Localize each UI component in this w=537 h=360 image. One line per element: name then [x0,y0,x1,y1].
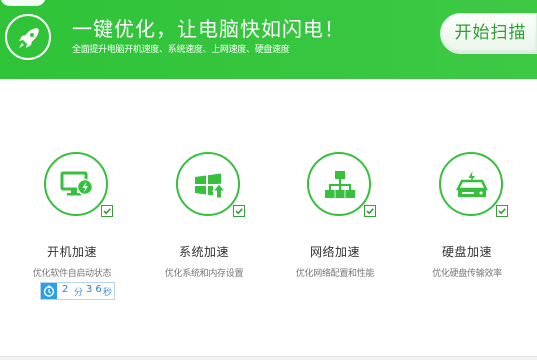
checkmark-icon [103,208,111,215]
feature-boot-speedup: 开机加速 优化软件自启动状态 [12,147,132,287]
start-scan-button[interactable]: 开始扫描 [440,13,537,54]
banner-tab-notch [0,0,46,6]
feature-icon-ring [44,152,108,216]
feature-checkbox[interactable] [364,205,376,217]
feature-icon-ring [439,152,503,216]
rocket-icon [19,28,39,48]
feature-title: 网络加速 [309,245,360,259]
feature-title: 开机加速 [46,245,97,259]
boot-time-display: 2 分 36 秒 [40,282,115,300]
feature-checkbox[interactable] [233,205,245,217]
feature-checkbox[interactable] [101,205,113,217]
timer-badge [41,283,57,299]
clock-icon [43,285,55,297]
header-banner: 一键优化，让电脑快如闪电！ 全面提升电脑开机速度、系统速度、上网速度、硬盘速度 … [0,0,537,79]
checkmark-icon [498,208,506,215]
feature-title: 硬盘加速 [441,245,492,259]
logo-badge [5,14,51,60]
feature-description: 优化网络配置和性能 [295,269,375,279]
feature-icon-ring [307,152,371,216]
monitor-boost-icon [60,171,94,196]
page-subtitle: 全面提升电脑开机速度、系统速度、上网速度、硬盘速度 [72,45,290,55]
network-icon [325,171,355,198]
timer-minutes-unit: 分 [74,288,84,298]
feature-description: 优化软件自启动状态 [32,269,112,279]
feature-system-speedup: 系统加速 优化系统和内存设置 [144,147,264,287]
page-title: 一键优化，让电脑快如闪电！ [72,17,345,41]
optimizer-window: 一键优化，让电脑快如闪电！ 全面提升电脑开机速度、系统速度、上网速度、硬盘速度 … [0,0,537,360]
feature-network-speedup: 网络加速 优化网络配置和性能 [275,147,395,287]
feature-description: 优化系统和内存设置 [164,269,244,279]
hard-drive-icon [455,171,489,197]
timer-seconds: 36 [86,284,105,295]
feature-checkbox[interactable] [496,205,508,217]
feature-disk-speedup: 硬盘加速 优化硬盘传输效率 [407,147,527,287]
feature-icon-ring [176,152,240,216]
timer-seconds-unit: 秒 [103,288,113,298]
bottom-divider [0,356,537,360]
checkmark-icon [235,208,243,215]
timer-minutes: 2 [62,284,69,295]
feature-title: 系统加速 [178,245,229,259]
windows-boost-icon [195,173,227,199]
feature-description: 优化硬盘传输效率 [432,269,502,279]
checkmark-icon [366,208,374,215]
